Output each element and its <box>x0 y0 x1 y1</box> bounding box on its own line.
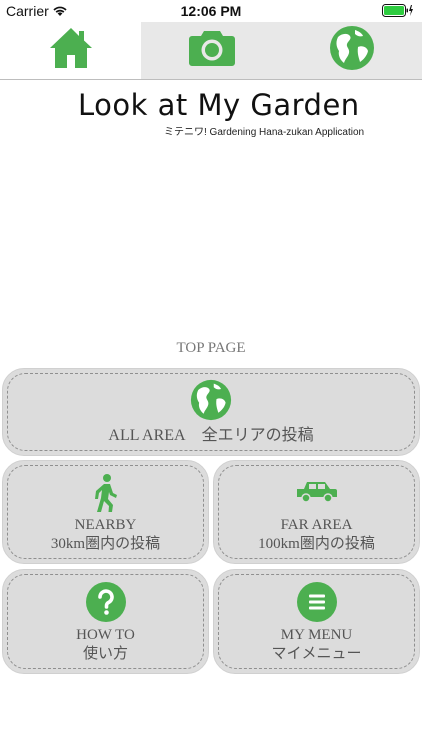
far-area-label-en: FAR AREA <box>280 517 353 533</box>
home-icon <box>48 26 94 75</box>
clock-time: 12:06 PM <box>180 3 242 19</box>
status-bar: Carrier 12:06 PM <box>0 0 422 22</box>
globe-icon <box>329 25 375 76</box>
my-menu-label: MY MENU マイメニュー <box>214 626 419 664</box>
my-menu-label-ja: マイメニュー <box>271 646 362 662</box>
app-title: Look at My Garden <box>78 88 360 122</box>
nearby-label: NEARBY 30km圏内の投稿 <box>3 516 208 554</box>
top-tab-bar <box>0 22 422 80</box>
far-area-button[interactable]: FAR AREA 100km圏内の投稿 <box>213 460 420 564</box>
how-to-label-en: HOW TO <box>76 627 135 643</box>
how-to-label-ja: 使い方 <box>82 646 128 662</box>
how-to-button[interactable]: HOW TO 使い方 <box>2 569 209 674</box>
battery-icon <box>382 4 414 22</box>
my-menu-button[interactable]: MY MENU マイメニュー <box>213 569 420 674</box>
all-area-label-ja: 全エリアの投稿 <box>201 427 314 444</box>
all-area-label-en: ALL AREA <box>108 427 186 444</box>
tab-camera[interactable] <box>141 22 282 79</box>
far-area-label: FAR AREA 100km圏内の投稿 <box>214 516 419 554</box>
menu-icon <box>296 582 337 627</box>
walking-person-icon <box>91 473 121 518</box>
camera-icon <box>188 29 236 72</box>
help-icon <box>85 582 126 627</box>
nearby-label-en: NEARBY <box>74 517 137 533</box>
nearby-button[interactable]: NEARBY 30km圏内の投稿 <box>2 460 209 564</box>
how-to-label: HOW TO 使い方 <box>3 626 208 664</box>
app-subtitle: ミテニワ! Gardening Hana-zukan Application <box>164 127 365 138</box>
page-title: TOP PAGE <box>176 340 246 356</box>
all-area-button[interactable]: ALL AREA 全エリアの投稿 <box>2 368 420 456</box>
nearby-label-ja: 30km圏内の投稿 <box>50 536 161 552</box>
tab-home[interactable] <box>0 22 141 79</box>
my-menu-label-en: MY MENU <box>280 627 353 643</box>
far-area-label-ja: 100km圏内の投稿 <box>258 536 375 552</box>
car-icon <box>295 479 339 508</box>
tab-globe[interactable] <box>282 22 422 79</box>
globe-icon <box>190 379 232 426</box>
all-area-label: ALL AREA 全エリアの投稿 <box>3 426 419 445</box>
